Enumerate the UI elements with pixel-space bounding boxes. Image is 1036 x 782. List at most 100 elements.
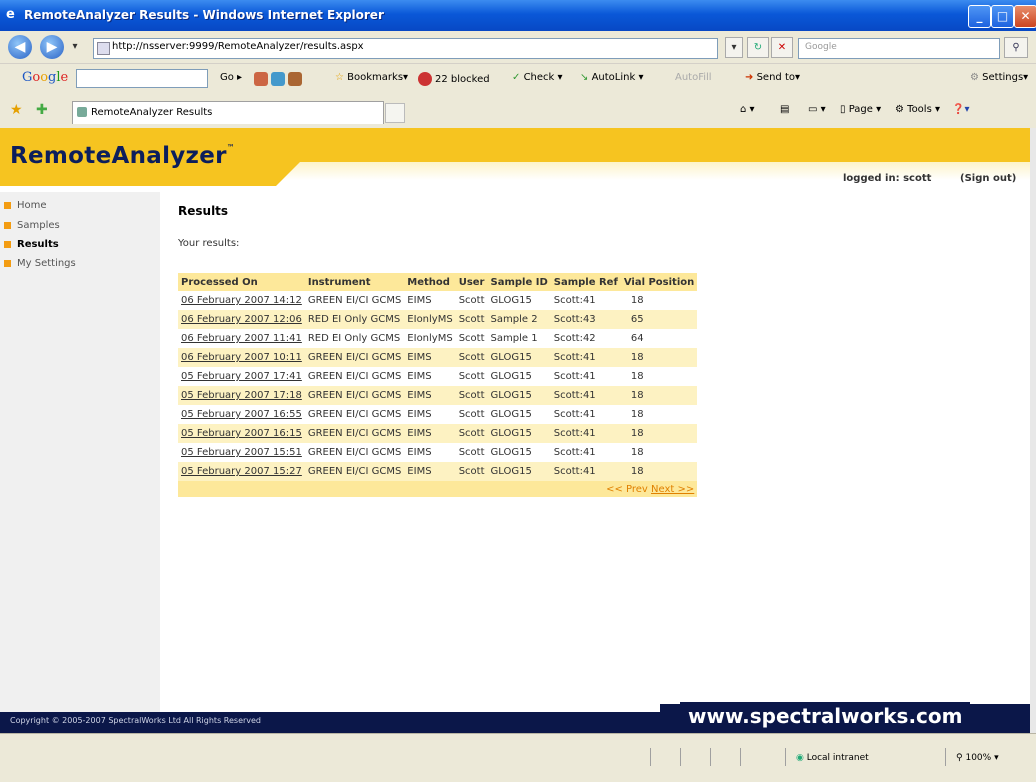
address-dropdown-icon[interactable]: ▾ xyxy=(725,37,743,58)
bullet-icon xyxy=(4,201,11,209)
zone-indicator: ◉ Local intranet xyxy=(796,753,869,763)
processed-on-link[interactable]: 06 February 2007 10:11 xyxy=(181,352,302,363)
refresh-icon[interactable]: ↻ xyxy=(747,37,769,58)
table-cell[interactable]: 06 February 2007 14:12 xyxy=(178,291,305,310)
processed-on-link[interactable]: 06 February 2007 12:06 xyxy=(181,314,302,325)
table-cell: GREEN EI/CI GCMS xyxy=(304,291,405,310)
processed-on-link[interactable]: 05 February 2007 15:51 xyxy=(181,447,302,458)
intranet-icon: ◉ xyxy=(796,753,804,763)
nav-item-my-settings[interactable]: My Settings xyxy=(4,258,76,269)
status-divider xyxy=(740,748,741,766)
google-search-input[interactable] xyxy=(76,69,208,88)
title-bar: e RemoteAnalyzer Results - Windows Inter… xyxy=(0,0,1036,31)
table-cell: EIMS xyxy=(404,405,456,424)
search-icon[interactable]: ⚲ xyxy=(1004,37,1028,58)
table-cell: 18 xyxy=(620,386,698,405)
nav-item-home[interactable]: Home xyxy=(4,200,47,211)
autofill-button[interactable]: AutoFill xyxy=(675,72,712,83)
help-icon[interactable]: ❓▾ xyxy=(952,104,969,115)
forward-button[interactable]: ▶ xyxy=(40,35,64,59)
processed-on-link[interactable]: 06 February 2007 14:12 xyxy=(181,295,302,306)
nav-item-samples[interactable]: Samples xyxy=(4,220,60,231)
tab-remoteanalyzer-results[interactable]: RemoteAnalyzer Results xyxy=(72,101,384,124)
bookmarks-button[interactable]: ☆ Bookmarks▾ xyxy=(335,72,408,83)
maximize-button[interactable]: □ xyxy=(991,5,1014,28)
settings-button[interactable]: ⚙ Settings▾ xyxy=(970,72,1028,83)
table-cell[interactable]: 05 February 2007 17:41 xyxy=(178,367,305,386)
processed-on-link[interactable]: 06 February 2007 11:41 xyxy=(181,333,302,344)
popup-blocker-button[interactable]: 22 blocked xyxy=(418,72,490,86)
minimize-button[interactable]: _ xyxy=(968,5,991,28)
processed-on-link[interactable]: 05 February 2007 17:18 xyxy=(181,390,302,401)
table-cell: GREEN EI/CI GCMS xyxy=(304,386,405,405)
table-cell: GLOG15 xyxy=(487,462,551,481)
tab-toolbar: ★ ✚ RemoteAnalyzer Results ⌂ ▾ ▤ ▭ ▾ ▯ P… xyxy=(0,93,1036,129)
google-logo: Google xyxy=(22,70,69,85)
new-tab-button[interactable] xyxy=(385,103,405,123)
table-cell: GLOG15 xyxy=(487,405,551,424)
tools-menu[interactable]: ⚙ Tools ▾ xyxy=(895,104,940,115)
table-cell: 65 xyxy=(620,310,698,329)
spellcheck-button[interactable]: ✓ Check ▾ xyxy=(512,72,563,83)
page-menu[interactable]: ▯ Page ▾ xyxy=(840,104,881,115)
table-cell: Scott xyxy=(455,386,488,405)
footer-site-link[interactable]: www.spectralworks.com xyxy=(680,702,971,730)
table-row: 05 February 2007 15:27 GREEN EI/CI GCMS EI… xyxy=(178,462,698,481)
favorites-star-icon[interactable]: ★ xyxy=(10,102,23,118)
table-cell: Scott:41 xyxy=(550,443,621,462)
zoom-control[interactable]: ⚲ 100% ▾ xyxy=(956,753,999,763)
address-field[interactable]: http://nsserver:9999/RemoteAnalyzer/resu… xyxy=(93,38,718,59)
processed-on-link[interactable]: 05 February 2007 16:55 xyxy=(181,409,302,420)
processed-on-link[interactable]: 05 February 2007 17:41 xyxy=(181,371,302,382)
processed-on-link[interactable]: 05 February 2007 16:15 xyxy=(181,428,302,439)
google-go-button[interactable]: Go ▸ xyxy=(220,72,242,83)
table-cell: GREEN EI/CI GCMS xyxy=(304,348,405,367)
table-row: 05 February 2007 15:51 GREEN EI/CI GCMS EI… xyxy=(178,443,698,462)
table-cell: 18 xyxy=(620,405,698,424)
site-logo[interactable]: RemoteAnalyzer™ xyxy=(10,143,235,169)
table-cell: Scott xyxy=(455,329,488,348)
table-cell[interactable]: 05 February 2007 16:55 xyxy=(178,405,305,424)
table-row: 05 February 2007 17:18 GREEN EI/CI GCMS EI… xyxy=(178,386,698,405)
table-cell: EIMS xyxy=(404,443,456,462)
table-cell[interactable]: 05 February 2007 17:18 xyxy=(178,386,305,405)
nav-item-results[interactable]: Results xyxy=(4,239,59,250)
next-link[interactable]: Next >> xyxy=(651,484,694,495)
feeds-icon[interactable]: ▤ xyxy=(780,104,789,115)
table-cell: Sample 1 xyxy=(487,329,551,348)
stop-icon[interactable]: ✕ xyxy=(771,37,793,58)
sign-out-link[interactable]: (Sign out) xyxy=(960,173,1016,184)
table-header-row: Processed On Instrument Method User Samp… xyxy=(178,273,698,291)
table-cell[interactable]: 05 February 2007 15:27 xyxy=(178,462,305,481)
print-icon[interactable]: ▭ ▾ xyxy=(808,104,826,115)
ie-icon: e xyxy=(6,7,15,22)
table-cell: Scott xyxy=(455,291,488,310)
close-button[interactable]: ✕ xyxy=(1014,5,1036,28)
table-row: 06 February 2007 10:11 GREEN EI/CI GCMS EI… xyxy=(178,348,698,367)
toolbar-icons[interactable] xyxy=(254,72,305,86)
table-cell: 18 xyxy=(620,424,698,443)
home-icon[interactable]: ⌂ ▾ xyxy=(740,104,755,115)
bullet-icon xyxy=(4,259,11,267)
results-table: Processed On Instrument Method User Samp… xyxy=(178,273,698,497)
prev-link[interactable]: << Prev xyxy=(606,484,648,495)
table-cell: EIMS xyxy=(404,367,456,386)
table-cell[interactable]: 06 February 2007 12:06 xyxy=(178,310,305,329)
table-cell: EIonlyMS xyxy=(404,310,456,329)
autolink-button[interactable]: ↘ AutoLink ▾ xyxy=(580,72,643,83)
sendto-button[interactable]: ➜ Send to▾ xyxy=(745,72,800,83)
table-cell[interactable]: 06 February 2007 10:11 xyxy=(178,348,305,367)
processed-on-link[interactable]: 05 February 2007 15:27 xyxy=(181,466,302,477)
add-favorites-icon[interactable]: ✚ xyxy=(36,102,48,118)
back-button[interactable]: ◀ xyxy=(8,35,32,59)
table-cell: Scott:43 xyxy=(550,310,621,329)
vertical-scrollbar[interactable] xyxy=(1030,128,1036,733)
table-cell[interactable]: 05 February 2007 15:51 xyxy=(178,443,305,462)
table-cell[interactable]: 06 February 2007 11:41 xyxy=(178,329,305,348)
col-user: User xyxy=(455,273,488,291)
pager-row: << Prev Next >> xyxy=(178,481,698,497)
history-dropdown-icon[interactable]: ▾ xyxy=(68,37,82,56)
col-sample-ref: Sample Ref xyxy=(550,273,621,291)
table-cell[interactable]: 05 February 2007 16:15 xyxy=(178,424,305,443)
search-input[interactable]: Google xyxy=(798,38,1000,59)
